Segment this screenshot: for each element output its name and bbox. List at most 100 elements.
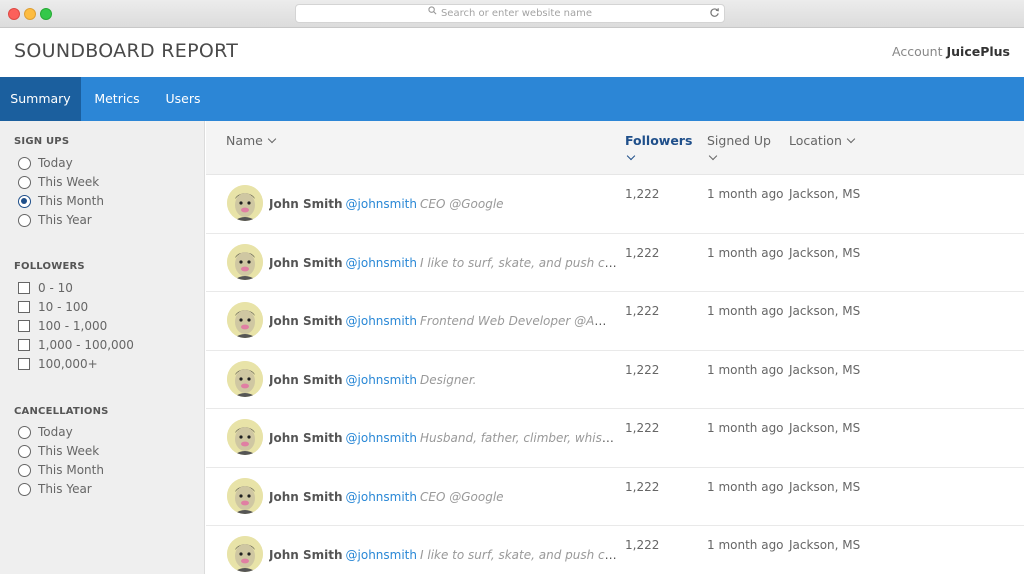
close-window-button[interactable]	[8, 8, 20, 20]
avatar[interactable]	[227, 185, 263, 221]
checkbox[interactable]	[18, 320, 30, 332]
signed-up-cell: 1 month ago	[707, 187, 784, 201]
avatar[interactable]	[227, 419, 263, 455]
account-label: Account	[892, 44, 943, 59]
column-header-name[interactable]: Name	[226, 133, 277, 148]
cancellations-option-this-month[interactable]: This Month	[18, 461, 104, 479]
option-label: 100 - 1,000	[38, 319, 108, 333]
user-name[interactable]: John Smith	[269, 431, 343, 445]
cancellations-title: CANCELLATIONS	[14, 406, 109, 417]
signups-option-this-year[interactable]: This Year	[18, 211, 92, 229]
user-handle-link[interactable]: @johnsmith	[346, 548, 417, 562]
chevron-down-icon	[626, 151, 636, 161]
user-handle-link[interactable]: @johnsmith	[346, 197, 417, 211]
followers-option-100000-plus[interactable]: 100,000+	[18, 355, 98, 373]
signups-title: SIGN UPS	[14, 136, 70, 147]
account-menu[interactable]: Account JuicePlus	[892, 44, 1010, 59]
checkbox[interactable]	[18, 282, 30, 294]
avatar[interactable]	[227, 302, 263, 338]
table-row[interactable]: John Smith @johnsmith Frontend Web Develop…	[206, 292, 1024, 351]
followers-cell: 1,222	[625, 421, 660, 435]
address-placeholder: Search or enter website name	[440, 8, 593, 19]
avatar[interactable]	[227, 477, 263, 514]
column-label: Name	[226, 133, 263, 148]
user-name[interactable]: John Smith	[269, 373, 343, 387]
tab-summary[interactable]: Summary	[0, 77, 81, 121]
signed-up-cell: 1 month ago	[707, 421, 784, 435]
filter-sidebar: SIGN UPS Today This Week This Month This…	[0, 121, 205, 574]
signed-up-cell: 1 month ago	[707, 538, 784, 552]
avatar[interactable]	[227, 243, 263, 280]
user-name[interactable]: John Smith	[269, 256, 343, 270]
user-bio: Designer.	[420, 372, 477, 387]
checkbox[interactable]	[18, 339, 30, 351]
user-name[interactable]: John Smith	[269, 490, 343, 504]
column-header-location[interactable]: Location	[789, 133, 856, 148]
user-handle-link[interactable]: @johnsmith	[346, 256, 417, 270]
chevron-down-icon	[267, 134, 277, 144]
account-name: JuicePlus	[946, 44, 1010, 59]
table-row[interactable]: John Smith @johnsmith CEO @Google 1,222 1 mo…	[206, 175, 1024, 234]
signups-option-this-month[interactable]: This Month	[18, 192, 104, 210]
radio-button[interactable]	[18, 157, 31, 170]
user-bio: I like to surf, skate, and push code.	[420, 255, 617, 270]
column-label: Followers	[625, 133, 693, 148]
radio-button[interactable]	[18, 483, 31, 496]
followers-option-1000-100000[interactable]: 1,000 - 100,000	[18, 336, 134, 354]
signups-option-today[interactable]: Today	[18, 154, 73, 172]
minimize-window-button[interactable]	[24, 8, 36, 20]
cancellations-option-this-week[interactable]: This Week	[18, 442, 99, 460]
radio-button[interactable]	[18, 214, 31, 227]
main-nav: Summary Metrics Users	[0, 77, 1024, 121]
checkbox[interactable]	[18, 301, 30, 313]
tab-metrics[interactable]: Metrics	[81, 77, 153, 121]
user-handle-link[interactable]: @johnsmith	[346, 314, 417, 328]
location-cell: Jackson, MS	[789, 479, 861, 494]
table-row[interactable]: John Smith @johnsmith Husband, father, cli…	[206, 409, 1024, 468]
cancellations-option-today[interactable]: Today	[18, 423, 73, 441]
followers-option-0-10[interactable]: 0 - 10	[18, 279, 73, 297]
reload-icon[interactable]	[709, 7, 720, 24]
radio-button[interactable]	[18, 426, 31, 439]
user-table-body: John Smith @johnsmith CEO @Google 1,222 1 mo…	[206, 175, 1024, 574]
avatar[interactable]	[227, 536, 263, 572]
followers-title: FOLLOWERS	[14, 261, 85, 272]
option-label: This Month	[38, 194, 104, 208]
radio-button-selected[interactable]	[18, 195, 31, 208]
app-header: SOUNDBOARD REPORT Account JuicePlus	[0, 28, 1024, 77]
user-handle-link[interactable]: @johnsmith	[346, 431, 417, 445]
cancellations-option-this-year[interactable]: This Year	[18, 480, 92, 498]
followers-cell: 1,222	[625, 304, 660, 318]
radio-button[interactable]	[18, 176, 31, 189]
tab-users[interactable]: Users	[153, 77, 213, 121]
table-row[interactable]: John Smith @johnsmith I like to surf, skat…	[206, 526, 1024, 574]
location-cell: Jackson, MS	[789, 538, 861, 552]
user-summary: John Smith @johnsmith I like to surf, skat…	[269, 256, 617, 270]
followers-cell: 1,222	[625, 479, 660, 494]
column-header-followers[interactable]: Followers	[625, 133, 693, 161]
address-bar[interactable]: Search or enter website name	[295, 4, 725, 23]
zoom-window-button[interactable]	[40, 8, 52, 20]
avatar[interactable]	[227, 360, 263, 397]
user-name[interactable]: John Smith	[269, 314, 343, 328]
checkbox[interactable]	[18, 358, 30, 370]
user-name[interactable]: John Smith	[269, 548, 343, 562]
followers-option-100-1000[interactable]: 100 - 1,000	[18, 317, 107, 335]
user-name[interactable]: John Smith	[269, 197, 343, 211]
followers-option-10-100[interactable]: 10 - 100	[18, 298, 88, 316]
table-row[interactable]: John Smith @johnsmith Designer. 1,222 1 mont…	[206, 350, 1024, 409]
signups-option-this-week[interactable]: This Week	[18, 173, 99, 191]
option-label: Today	[38, 425, 73, 439]
radio-button[interactable]	[18, 445, 31, 458]
table-row[interactable]: John Smith @johnsmith I like to surf, skat…	[206, 233, 1024, 292]
option-label: 10 - 100	[38, 300, 89, 314]
column-header-signed-up[interactable]: Signed Up	[707, 133, 771, 161]
table-header: Name Followers Signed Up Location	[206, 121, 1024, 175]
radio-button[interactable]	[18, 464, 31, 477]
option-label: 0 - 10	[38, 281, 73, 295]
option-label: This Week	[38, 175, 100, 189]
user-handle-link[interactable]: @johnsmith	[346, 490, 417, 504]
user-handle-link[interactable]: @johnsmith	[346, 373, 417, 387]
option-label: This Week	[38, 444, 100, 458]
table-row[interactable]: John Smith @johnsmith CEO @Google 1,222 1 mo…	[206, 467, 1024, 526]
